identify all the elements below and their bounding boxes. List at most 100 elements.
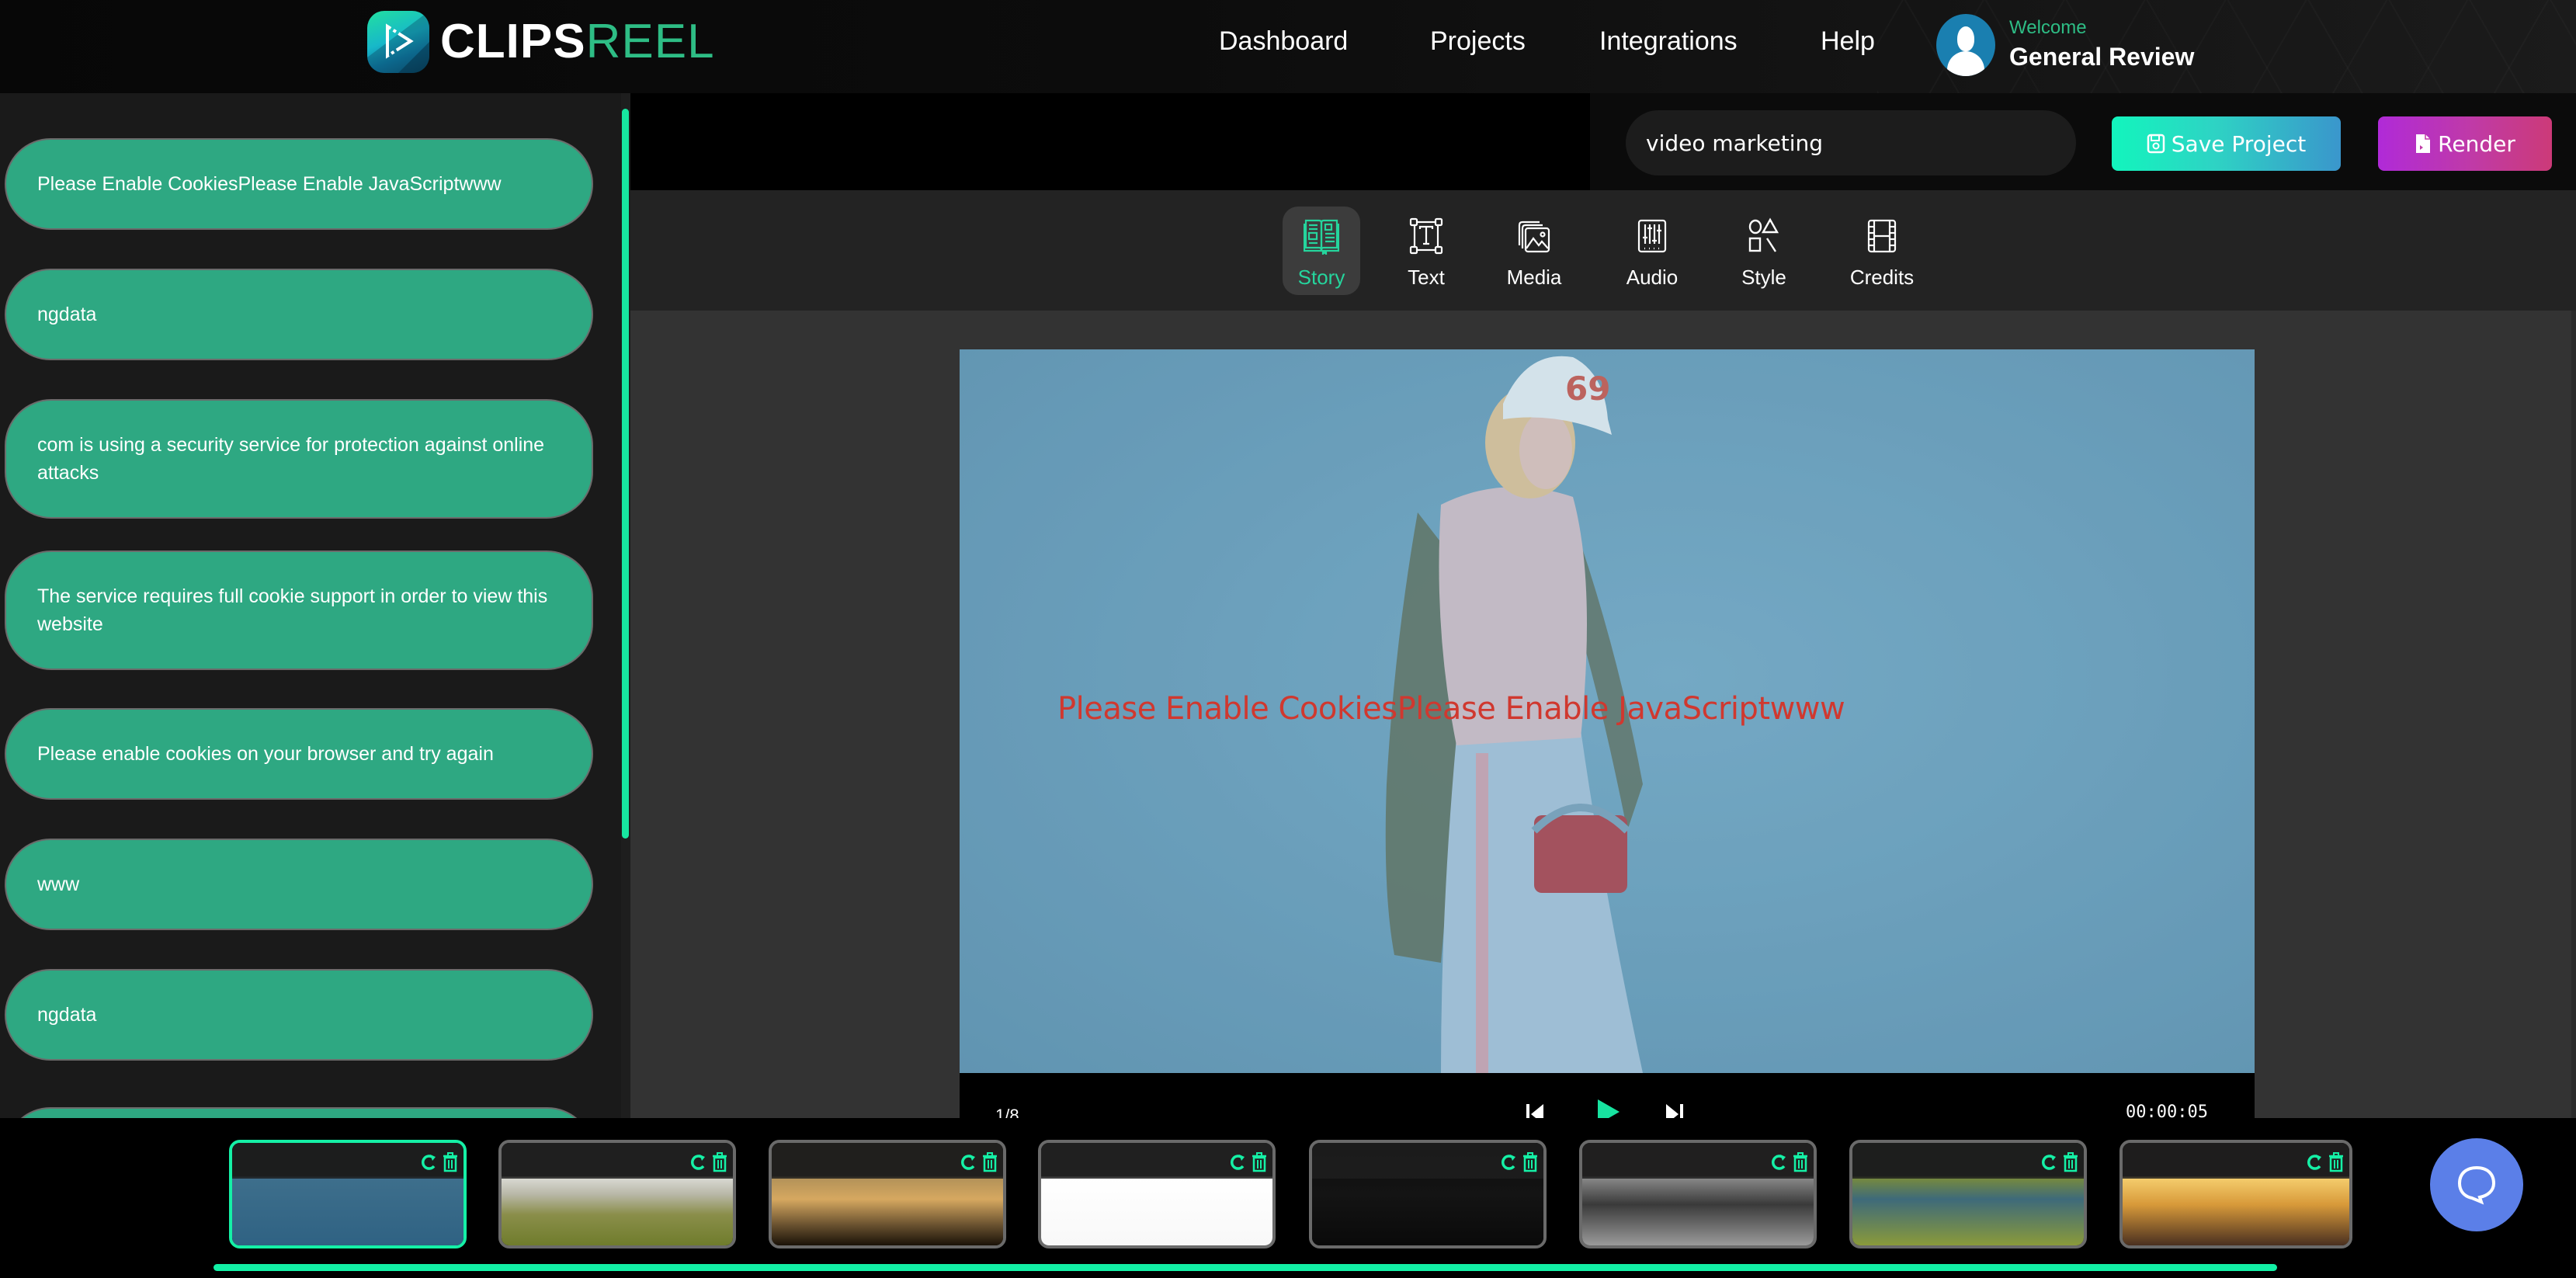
delete-clip-icon[interactable] xyxy=(711,1152,728,1172)
avatar-body-icon xyxy=(1947,51,1984,76)
timeline-scrollbar[interactable] xyxy=(214,1264,2277,1271)
clip-actions xyxy=(1770,1152,1809,1172)
tab-credits[interactable]: Credits xyxy=(1843,207,1921,295)
clip-actions xyxy=(2306,1152,2345,1172)
equalizer-icon xyxy=(1637,219,1667,253)
tab-credits-label: Credits xyxy=(1849,266,1915,289)
avatar-head-icon xyxy=(1957,26,1974,51)
tab-text[interactable]: Text xyxy=(1387,207,1465,295)
tab-media-label: Media xyxy=(1506,266,1562,289)
tab-style[interactable]: Style xyxy=(1725,207,1803,295)
story-item-text: ngdata xyxy=(37,304,97,325)
player-controls: 1/8 00:00:05 xyxy=(960,1073,2255,1118)
story-item-text: Please Enable CookiesPlease Enable JavaS… xyxy=(37,173,502,195)
tab-story-label: Story xyxy=(1297,266,1345,289)
tab-audio-label: Audio xyxy=(1626,266,1679,289)
nav-help[interactable]: Help xyxy=(1821,26,1875,57)
render-label: Render xyxy=(2438,130,2515,157)
replace-clip-icon[interactable] xyxy=(2306,1152,2323,1172)
story-sidebar: Please Enable CookiesPlease Enable JavaS… xyxy=(0,93,630,1118)
delete-clip-icon[interactable] xyxy=(442,1152,459,1172)
story-item-text: Please enable cookies on your browser an… xyxy=(37,743,494,765)
replace-clip-icon[interactable] xyxy=(2040,1152,2057,1172)
logo-wordmark: CLIPSREEL xyxy=(440,11,715,73)
clip-actions xyxy=(689,1152,728,1172)
clip-actions xyxy=(2040,1152,2079,1172)
replace-clip-icon[interactable] xyxy=(1229,1152,1246,1172)
film-strip-icon xyxy=(1867,219,1897,253)
story-item[interactable]: ngdata xyxy=(5,269,593,360)
story-item[interactable]: Please Enable CookiesPlease Enable JavaS… xyxy=(5,138,593,230)
username: General Review xyxy=(2009,43,2195,71)
project-keyword-input[interactable] xyxy=(1626,110,2076,175)
timeline-clip-black-car[interactable] xyxy=(1579,1140,1817,1248)
story-item-text: The service requires full cookie support… xyxy=(37,585,548,635)
topbar-blank xyxy=(630,93,1590,190)
video-preview[interactable]: 69 Please Enable CookiesPlease Enable Ja… xyxy=(960,349,2255,1073)
timeline-clip-sunset-silhouette[interactable] xyxy=(2119,1140,2352,1248)
clip-actions xyxy=(960,1152,998,1172)
delete-clip-icon[interactable] xyxy=(2328,1152,2345,1172)
replace-clip-icon[interactable] xyxy=(420,1152,437,1172)
story-item-text: ngdata xyxy=(37,1004,97,1026)
nav-projects[interactable]: Projects xyxy=(1430,26,1526,57)
tab-style-label: Style xyxy=(1741,266,1786,289)
file-video-icon xyxy=(2416,134,2431,153)
scene-caption-overlay[interactable]: Please Enable CookiesPlease Enable JavaS… xyxy=(1057,691,1845,727)
shapes-icon xyxy=(1748,217,1779,252)
tab-text-label: Text xyxy=(1408,266,1445,289)
story-item-text: com is using a security service for prot… xyxy=(37,434,545,484)
playback-time: 00:00:05 xyxy=(2126,1103,2208,1118)
image-stack-icon xyxy=(1518,221,1550,253)
logo-wordmark-light: REEL xyxy=(585,15,715,68)
tab-media[interactable]: Media xyxy=(1495,207,1573,295)
timeline-clip-night-street[interactable] xyxy=(1309,1140,1547,1248)
skip-forward-icon[interactable] xyxy=(1665,1103,1685,1118)
chat-bubble-icon xyxy=(2457,1165,2496,1205)
story-item[interactable]: www xyxy=(5,839,593,930)
story-item[interactable]: com is using a security service for prot… xyxy=(5,399,593,519)
delete-clip-icon[interactable] xyxy=(2062,1152,2079,1172)
nav-integrations[interactable]: Integrations xyxy=(1599,26,1738,57)
nav-dashboard[interactable]: Dashboard xyxy=(1219,26,1348,57)
save-project-label: Save Project xyxy=(2171,130,2307,157)
story-item[interactable] xyxy=(5,1107,593,1118)
tab-audio[interactable]: Audio xyxy=(1613,207,1691,295)
support-chat-button[interactable] xyxy=(2430,1138,2523,1231)
save-project-button[interactable]: Save Project xyxy=(2112,116,2341,171)
delete-clip-icon[interactable] xyxy=(1251,1152,1268,1172)
replace-clip-icon[interactable] xyxy=(1770,1152,1787,1172)
timeline-clip-river-canyon[interactable] xyxy=(1849,1140,2087,1248)
story-item[interactable]: ngdata xyxy=(5,969,593,1061)
tab-story[interactable]: Story xyxy=(1283,207,1360,295)
story-item-text: www xyxy=(37,873,80,895)
editor-tab-bar xyxy=(630,190,2576,311)
preview-scrollbar[interactable] xyxy=(2571,311,2576,1118)
story-item[interactable]: The service requires full cookie support… xyxy=(5,550,593,670)
logo-play-icon xyxy=(367,11,429,73)
logo-wordmark-bold: CLIPS xyxy=(440,15,586,68)
render-button[interactable]: Render xyxy=(2378,116,2552,171)
avatar xyxy=(1936,14,1995,76)
clip-actions xyxy=(1229,1152,1268,1172)
timeline-clip-heron-sunset[interactable] xyxy=(769,1140,1006,1248)
user-greeting: Welcome General Review xyxy=(2009,18,2194,72)
delete-clip-icon[interactable] xyxy=(981,1152,998,1172)
timeline-clip-makeup-flatlay[interactable] xyxy=(1038,1140,1276,1248)
play-icon[interactable] xyxy=(1595,1098,1621,1118)
replace-clip-icon[interactable] xyxy=(1500,1152,1517,1172)
timeline-clip-fashion-model[interactable] xyxy=(229,1140,467,1248)
scene-counter: 1/8 xyxy=(995,1106,1019,1118)
story-item[interactable]: Please enable cookies on your browser an… xyxy=(5,708,593,800)
replace-clip-icon[interactable] xyxy=(689,1152,706,1172)
sidebar-scrollbar-thumb[interactable] xyxy=(622,109,629,839)
text-box-icon xyxy=(1409,217,1443,255)
delete-clip-icon[interactable] xyxy=(1792,1152,1809,1172)
delete-clip-icon[interactable] xyxy=(1522,1152,1539,1172)
replace-clip-icon[interactable] xyxy=(960,1152,977,1172)
skip-back-icon[interactable] xyxy=(1525,1103,1545,1118)
user-menu[interactable]: Welcome General Review xyxy=(1936,14,2194,76)
timeline-clip-forest-cabin[interactable] xyxy=(498,1140,736,1248)
clipsreel-logo[interactable]: CLIPSREEL xyxy=(367,11,715,73)
floppy-disk-icon xyxy=(2147,134,2165,154)
